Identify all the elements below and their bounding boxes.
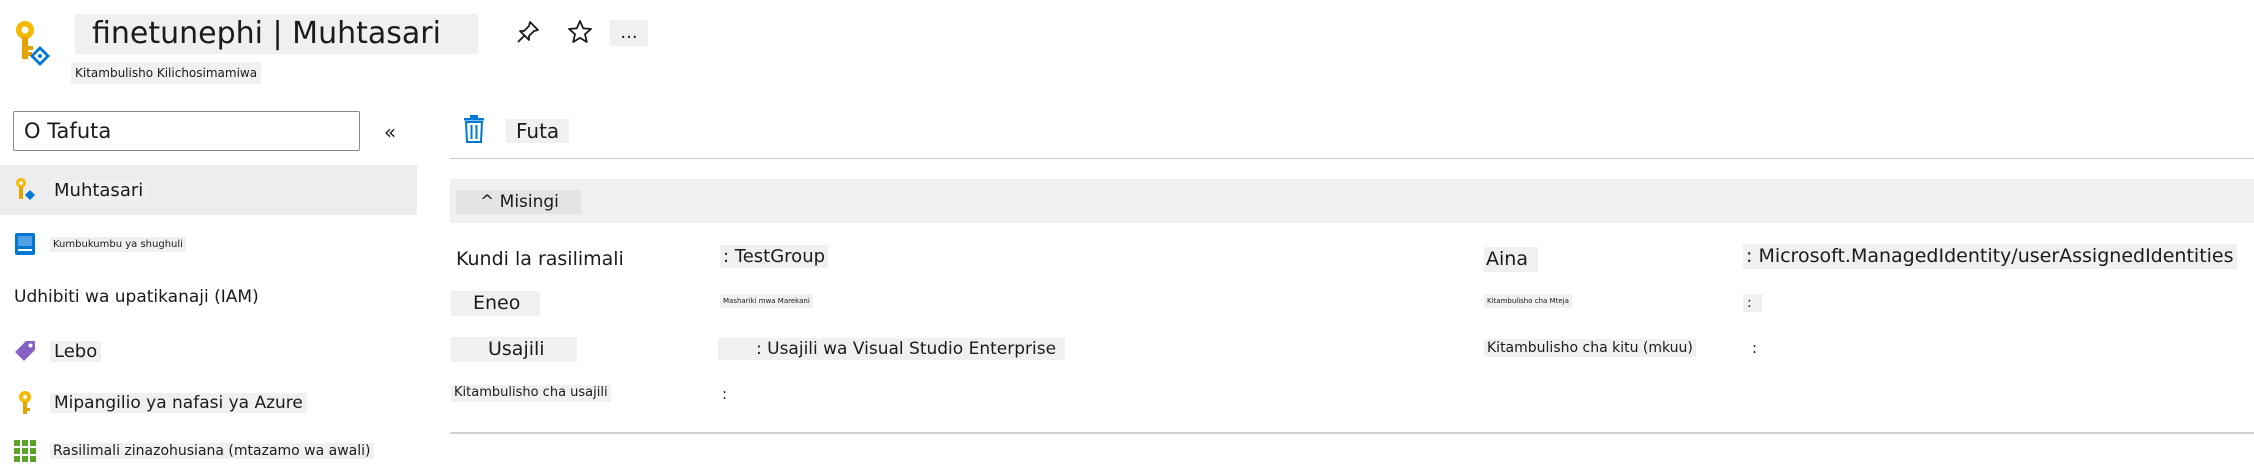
- pin-icon: [515, 19, 541, 49]
- sidebar-item-label: Muhtasari: [50, 179, 148, 201]
- sidebar-item-iam[interactable]: Udhibiti wa upatikanaji (IAM): [0, 272, 417, 322]
- sidebar-item-related-resources[interactable]: Rasilimali zinazohusiana (mtazamo wa awa…: [0, 429, 417, 473]
- tag-icon: [12, 338, 38, 364]
- subscription-value[interactable]: : Usajili wa Visual Studio Enterprise: [718, 338, 1066, 361]
- page-title: finetunephi | Muhtasari: [75, 14, 478, 54]
- managed-identity-icon: [10, 18, 56, 72]
- sidebar-item-label: Lebo: [50, 340, 102, 362]
- star-icon: [567, 19, 593, 49]
- search-box[interactable]: [13, 111, 360, 151]
- sidebar-item-activity-log[interactable]: Kumbukumbu ya shughuli: [0, 219, 417, 269]
- client-id-label: Kitambulisho cha Mteja: [1484, 294, 1572, 308]
- managed-identity-icon: [12, 177, 38, 203]
- resource-group-label: Kundi la rasilimali: [456, 248, 624, 270]
- sidebar-item-label: Udhibiti wa upatikanaji (IAM): [14, 287, 259, 307]
- delete-label: Futa: [506, 119, 570, 143]
- divider: [450, 158, 2254, 159]
- trash-icon: [460, 114, 488, 148]
- subscription-label: Usajili: [451, 337, 577, 362]
- sidebar-item-label: Kumbukumbu ya shughuli: [50, 236, 186, 252]
- activity-log-icon: [12, 231, 38, 257]
- type-value: : Microsoft.ManagedIdentity/userAssigned…: [1743, 244, 2237, 269]
- sidebar-item-label: Rasilimali zinazohusiana (mtazamo wa awa…: [50, 443, 374, 459]
- sidebar-item-tags[interactable]: Lebo: [0, 326, 417, 376]
- more-label: ...: [620, 22, 638, 43]
- resource-group-value[interactable]: : TestGroup: [720, 245, 829, 269]
- page-subtitle: Kitambulisho Kilichosimamiwa: [71, 62, 262, 84]
- object-id-label: Kitambulisho cha kitu (mkuu): [1484, 339, 1696, 358]
- location-value: Mashariki mwa Marekani: [720, 294, 813, 308]
- type-label: Aina: [1484, 247, 1538, 272]
- essentials-toggle[interactable]: ^ Misingi: [456, 190, 581, 214]
- more-options-button[interactable]: ...: [610, 20, 648, 46]
- delete-button[interactable]: Futa: [460, 113, 570, 149]
- collapse-sidebar-button[interactable]: «: [376, 118, 404, 146]
- essentials-section-header[interactable]: [450, 179, 2254, 223]
- sidebar-item-label: Mipangilio ya nafasi ya Azure: [50, 393, 307, 413]
- grid-icon: [12, 438, 38, 464]
- key-icon: [12, 390, 38, 416]
- object-id-value: :: [1752, 339, 1758, 357]
- divider: [450, 432, 2254, 434]
- subscription-id-label: Kitambulisho cha usajili: [451, 385, 611, 402]
- search-input[interactable]: [22, 118, 346, 144]
- location-label: Eneo: [451, 291, 541, 316]
- favorite-button[interactable]: [562, 16, 598, 52]
- pin-button[interactable]: [510, 16, 546, 52]
- client-id-value: :: [1743, 294, 1762, 313]
- subscription-id-value: :: [722, 385, 728, 403]
- sidebar-item-azure-role-assignments[interactable]: Mipangilio ya nafasi ya Azure: [0, 378, 417, 428]
- sidebar-item-overview[interactable]: Muhtasari: [0, 165, 417, 215]
